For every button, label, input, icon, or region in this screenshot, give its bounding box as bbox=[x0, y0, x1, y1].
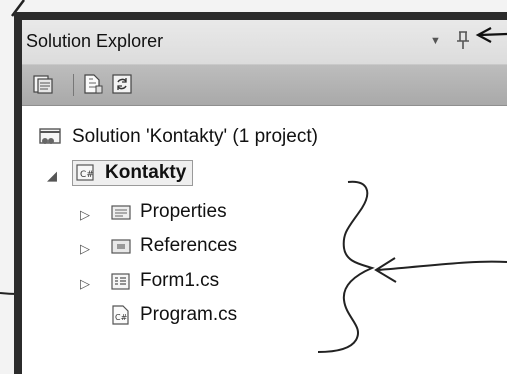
tree-item-properties[interactable]: Properties bbox=[110, 197, 227, 227]
solution-explorer-panel: Solution Explorer ▼ Solution 'Kontakty' … bbox=[14, 12, 507, 374]
dropdown-icon[interactable]: ▼ bbox=[430, 35, 441, 47]
tree-item-label: Properties bbox=[140, 201, 227, 222]
expand-closed-icon[interactable]: ▷ bbox=[80, 241, 90, 257]
tree-item-label: Form1.cs bbox=[140, 270, 220, 291]
show-all-files-icon[interactable] bbox=[82, 73, 104, 95]
tree-item-label: Program.cs bbox=[140, 304, 238, 325]
svg-text:C#: C# bbox=[80, 170, 94, 180]
references-icon bbox=[110, 236, 132, 256]
pin-icon[interactable] bbox=[456, 30, 470, 55]
tree-item-references[interactable]: References bbox=[110, 231, 237, 261]
expand-open-icon[interactable]: ◢ bbox=[47, 168, 57, 184]
panel-title: Solution Explorer bbox=[26, 31, 164, 51]
refresh-icon[interactable] bbox=[111, 73, 133, 95]
solution-label: Solution 'Kontakty' (1 project) bbox=[72, 126, 318, 147]
expand-closed-icon[interactable]: ▷ bbox=[80, 276, 90, 292]
csharp-project-icon: C# bbox=[75, 163, 97, 183]
toolbar-separator bbox=[73, 74, 74, 96]
tree-item-label: References bbox=[140, 235, 238, 256]
csharp-file-icon: C# bbox=[110, 305, 132, 325]
tree-item-program[interactable]: C# Program.cs bbox=[110, 300, 237, 330]
tree-item-project[interactable]: C# Kontakty bbox=[72, 158, 194, 188]
solution-tree: Solution 'Kontakty' (1 project) ◢ C# Kon… bbox=[22, 106, 507, 374]
tree-item-solution[interactable]: Solution 'Kontakty' (1 project) bbox=[38, 122, 318, 152]
expand-closed-icon[interactable]: ▷ bbox=[80, 207, 90, 223]
selected-project-box: C# Kontakty bbox=[72, 160, 194, 186]
properties-icon[interactable] bbox=[32, 73, 54, 95]
svg-text:C#: C# bbox=[115, 313, 128, 322]
solution-icon bbox=[38, 127, 64, 147]
panel-titlebar: Solution Explorer ▼ bbox=[22, 20, 507, 65]
properties-folder-icon bbox=[110, 202, 132, 222]
form-icon bbox=[110, 271, 132, 291]
panel-toolbar bbox=[22, 65, 507, 106]
project-label: Kontakty bbox=[105, 162, 187, 183]
tree-item-form1[interactable]: Form1.cs bbox=[110, 266, 219, 296]
